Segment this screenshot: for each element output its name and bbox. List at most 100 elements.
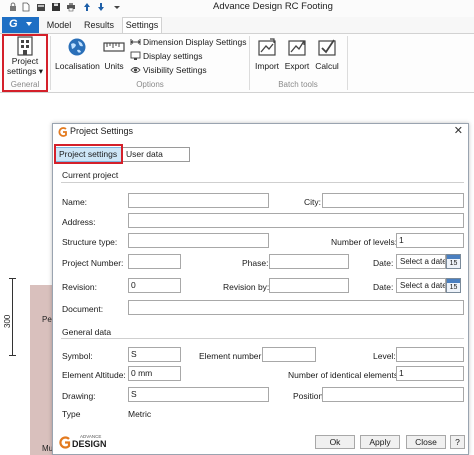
open-file-icon[interactable] — [36, 2, 46, 12]
drawing-label: Pe — [42, 315, 52, 324]
display-settings-icon — [130, 51, 141, 60]
ok-button[interactable]: Ok — [315, 435, 355, 449]
level-field[interactable] — [396, 347, 464, 362]
element-altitude-field[interactable]: 0 mm — [128, 366, 181, 381]
section-general-data: General data — [62, 327, 112, 337]
arrow-down-icon[interactable] — [96, 2, 106, 12]
import-button[interactable]: Import — [253, 37, 281, 71]
print-icon[interactable] — [66, 2, 76, 12]
level-label: Level: — [373, 351, 396, 361]
structure-type-field[interactable] — [128, 233, 269, 248]
element-altitude-label: Element Altitude: — [62, 370, 126, 380]
calcul-button[interactable]: Calcul — [313, 37, 341, 71]
localisation-label: Localisation — [55, 61, 100, 71]
revision-field[interactable]: 0 — [128, 278, 181, 293]
phase-field[interactable] — [269, 254, 349, 269]
dimension-tick — [9, 278, 16, 279]
group-label-options: Options — [136, 80, 164, 89]
help-button[interactable]: ? — [450, 435, 465, 449]
lock-icon[interactable] — [8, 2, 18, 12]
units-button[interactable]: Units — [101, 37, 127, 71]
arrow-up-icon[interactable] — [82, 2, 92, 12]
globe-icon — [68, 38, 86, 56]
date-field[interactable]: Select a date — [396, 254, 446, 269]
project-settings-dialog: Project Settings ✕ Project settings User… — [52, 123, 469, 455]
revision-by-field[interactable] — [269, 278, 349, 293]
project-number-label: Project Number: — [62, 258, 124, 268]
save-icon[interactable] — [51, 2, 61, 12]
units-label: Units — [104, 61, 124, 71]
revision-label: Revision: — [62, 282, 97, 292]
date-label: Date: — [373, 258, 394, 268]
document-label: Document: — [62, 304, 104, 314]
dimension-display-settings-button[interactable]: Dimension Display Settings — [143, 37, 246, 47]
close-icon[interactable]: ✕ — [454, 124, 463, 137]
date-field[interactable]: Select a date — [396, 278, 446, 293]
application-menu-button[interactable]: G — [2, 17, 39, 33]
title-bar: Advance Design RC Footing — [0, 0, 474, 17]
apply-button[interactable]: Apply — [360, 435, 400, 449]
group-divider — [347, 36, 348, 90]
calendar-icon[interactable]: 15 — [446, 254, 461, 269]
calcul-label: Calcul — [315, 61, 339, 71]
group-divider — [50, 36, 51, 90]
visibility-settings-button[interactable]: Visibility Settings — [143, 65, 207, 75]
number-of-levels-field[interactable]: 1 — [396, 233, 464, 248]
dimension-icon — [130, 39, 141, 45]
import-icon — [258, 38, 276, 56]
group-label-batch-tools: Batch tools — [278, 80, 318, 89]
chevron-down-icon — [26, 22, 32, 26]
city-field[interactable] — [322, 193, 464, 208]
dimension-value: 300 — [3, 314, 12, 328]
identical-elements-label: Number of identical elements — [288, 370, 399, 380]
tab-settings[interactable]: Settings — [122, 17, 162, 34]
highlight-box-general — [2, 34, 48, 92]
dimension-line — [12, 278, 13, 356]
close-button[interactable]: Close — [406, 435, 446, 449]
address-label: Address: — [62, 217, 96, 227]
display-settings-button[interactable]: Display settings — [143, 51, 203, 61]
position-label: Position: — [293, 391, 326, 401]
name-label: Name: — [62, 197, 88, 207]
quick-access-dropdown-icon[interactable] — [112, 2, 122, 12]
city-label: City: — [304, 197, 321, 207]
import-label: Import — [254, 61, 280, 71]
revision-by-label: Revision by: — [223, 282, 270, 292]
address-field[interactable] — [128, 213, 464, 228]
position-field[interactable] — [322, 387, 464, 402]
drawing-field[interactable]: S — [128, 387, 269, 402]
app-window: Advance Design RC Footing G Model Result… — [0, 0, 474, 455]
phase-label: Phase: — [242, 258, 269, 268]
visibility-icon — [130, 67, 141, 73]
highlight-box-tab — [54, 144, 123, 164]
app-title: Advance Design RC Footing — [213, 1, 333, 12]
number-of-levels-label: Number of levels: — [331, 237, 398, 247]
project-number-field[interactable] — [128, 254, 181, 269]
dimension-tick — [9, 355, 16, 356]
symbol-field[interactable]: S — [128, 347, 181, 362]
tab-model[interactable]: Model — [42, 19, 76, 33]
type-label: Type — [62, 409, 81, 419]
symbol-label: Symbol: — [62, 351, 93, 361]
localisation-button[interactable]: Localisation — [55, 37, 100, 71]
export-icon — [288, 40, 306, 56]
name-field[interactable] — [128, 193, 269, 208]
drawing-label: Drawing: — [62, 391, 96, 401]
tab-user-data[interactable]: User data — [122, 147, 190, 162]
type-value: Metric — [128, 409, 152, 419]
export-button[interactable]: Export — [283, 37, 311, 71]
divider — [61, 338, 464, 339]
dialog-title-bar: Project Settings ✕ — [53, 124, 468, 139]
identical-elements-field[interactable]: 1 — [396, 366, 464, 381]
element-number-field[interactable] — [262, 347, 316, 362]
calendar-icon[interactable]: 15 — [446, 278, 461, 293]
new-file-icon[interactable] — [21, 2, 31, 12]
tab-results[interactable]: Results — [79, 19, 119, 33]
structure-type-label: Structure type: — [62, 237, 118, 247]
section-current-project: Current project — [62, 170, 119, 180]
document-field[interactable] — [128, 300, 464, 315]
element-number-label: Element number — [199, 351, 262, 361]
dialog-title: Project Settings — [70, 126, 134, 136]
export-label: Export — [284, 61, 310, 71]
app-logo-icon — [58, 127, 67, 137]
